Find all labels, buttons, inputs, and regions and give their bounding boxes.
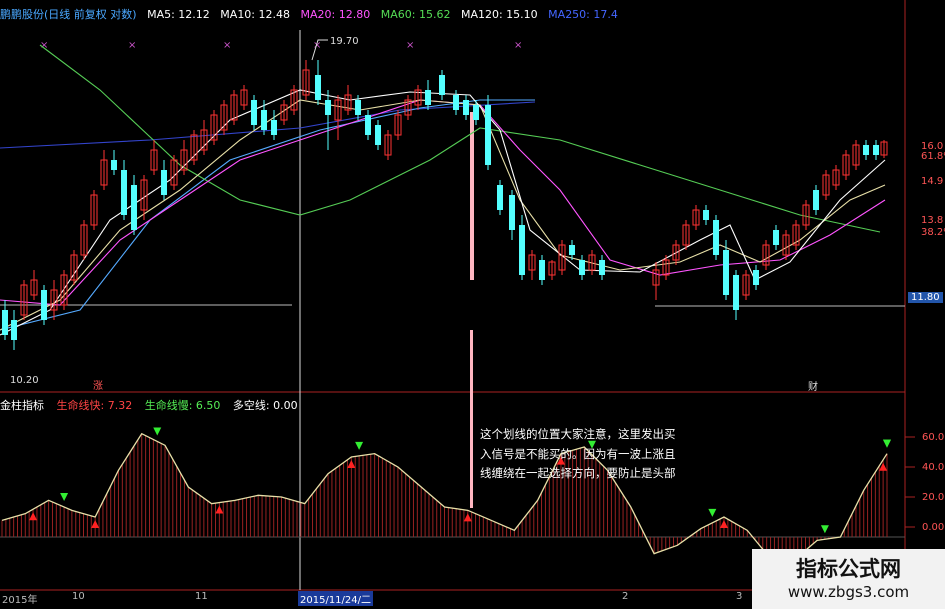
osc-axis-tick: 60.0 [922, 432, 945, 443]
candle-body-down [161, 170, 167, 195]
candle-body-down [713, 220, 719, 255]
candle-body-down [325, 100, 331, 115]
candle-body-down [497, 185, 503, 210]
osc-axis-tick: 20.0 [922, 492, 945, 503]
buy-signal-marker [215, 505, 224, 514]
oscillator-panel [1, 432, 888, 562]
osc-line [1, 432, 888, 562]
buy-signal-marker [91, 520, 100, 528]
right-axis-tick: 61.8% [921, 151, 945, 162]
candle-body-down [723, 250, 729, 295]
fast-line-label: 生命线快: 7.32 [56, 399, 133, 412]
date-label: 3 [736, 591, 743, 602]
signal-markers [29, 427, 891, 565]
cursor-date-label: 2015/11/24/二 [298, 591, 374, 606]
cai-marker: 财 [808, 382, 818, 393]
sell-signal-marker [820, 525, 829, 534]
candle-body-down [261, 110, 267, 130]
date-label: 2 [622, 591, 629, 602]
right-axis-tick: 38.2% [921, 227, 945, 238]
bull-bear-label: 多空线: 0.00 [232, 399, 298, 412]
date-label: 2015年 [2, 595, 38, 606]
pink-marker-lower [470, 330, 473, 508]
watermark-url: www.zbgs3.com [787, 583, 910, 601]
candle-body-down [131, 185, 137, 230]
candle-body-down [485, 105, 491, 165]
sell-signal-marker [153, 427, 162, 436]
date-label: 11 [195, 591, 208, 602]
indicator-name: 金柱指标 [0, 399, 44, 412]
buy-signal-marker [29, 512, 38, 521]
candle-body-down [753, 270, 759, 285]
osc-axis-tick: 40.0 [922, 462, 945, 473]
candle-body-down [773, 230, 779, 245]
high-price-label: 19.70 [330, 36, 359, 47]
candle-body-down [599, 260, 605, 275]
buy-signal-marker [347, 460, 356, 468]
top-x-marker: × [514, 40, 522, 51]
candle-body-down [703, 210, 709, 220]
candle-body-down [271, 120, 277, 135]
candle-body-down [121, 170, 127, 215]
candle-body-down [111, 160, 117, 170]
osc-axis-tick: 0.00 [922, 522, 945, 533]
candle-body-down [41, 290, 47, 320]
buy-signal-marker [719, 520, 728, 528]
candle-body-down [473, 105, 479, 120]
candle-body-down [375, 125, 381, 145]
candle-body-down [425, 90, 431, 105]
ma120-label: MA120: 15.10 [460, 8, 538, 21]
candle-body-down [539, 260, 545, 280]
right-axis-tick: 13.8 [921, 215, 944, 226]
candle-body-down [863, 145, 869, 155]
current-price-tag: 11.80 [908, 292, 943, 303]
top-x-marker: × [406, 40, 414, 51]
indicator-header: 金柱指标 生命线快: 7.32 生命线慢: 6.50 多空线: 0.00 [0, 397, 307, 413]
ma-header: 鹏鹏股份(日线 前复权 对数) MA5: 12.12 MA10: 12.48 M… [0, 6, 625, 22]
candle-body-down [315, 75, 321, 100]
ma5-label: MA5: 12.12 [147, 8, 210, 21]
zhang-marker: 涨 [93, 381, 103, 392]
slow-line-label: 生命线慢: 6.50 [144, 399, 221, 412]
sell-signal-marker [883, 439, 891, 448]
candle-body-down [463, 100, 469, 115]
watermark-title: 指标公式网 [796, 557, 901, 581]
candle-body-down [2, 310, 8, 335]
right-axis-tick: 14.9 [921, 176, 944, 187]
watermark: 指标公式网 www.zbgs3.com [752, 549, 945, 609]
candle-body-down [519, 225, 525, 275]
candle-body-down [733, 275, 739, 310]
date-label: 10 [72, 591, 85, 602]
ma60-label: MA60: 15.62 [380, 8, 451, 21]
candle-body-down [439, 75, 445, 95]
top-x-marker: × [128, 40, 136, 51]
candle-body-down [365, 115, 371, 135]
candle-body-down [813, 190, 819, 210]
chart-canvas: × × × × × × [0, 0, 945, 591]
candle-body-down [11, 320, 17, 340]
ma120-line [0, 99, 535, 331]
ma250-label: MA250: 17.4 [548, 8, 618, 21]
buy-signal-marker [463, 513, 472, 522]
sell-signal-marker [355, 441, 364, 450]
candle-body-down [569, 245, 575, 255]
candle-body-down [251, 100, 257, 125]
chart-window: { "header": { "title": "鹏鹏股份(日线 前复权 对数)"… [0, 0, 945, 609]
candle-body-down [355, 100, 361, 115]
ma20-label: MA20: 12.80 [300, 8, 371, 21]
top-x-marker: × [223, 40, 231, 51]
sell-signal-marker [708, 508, 717, 517]
annotation-note: 这个划线的位置大家注意，这里发出买入信号是不能买的。因为有一波上涨且线缠绕在一起… [480, 427, 676, 480]
candle-body-down [579, 260, 585, 275]
candle-body-down [873, 145, 879, 155]
low-price-label: 10.20 [10, 375, 39, 386]
ma10-label: MA10: 12.48 [220, 8, 291, 21]
pink-marker-upper [470, 112, 474, 280]
candle-body-down [453, 95, 459, 110]
candle-body-down [509, 195, 515, 230]
sell-signal-marker [60, 493, 69, 501]
stock-title: 鹏鹏股份(日线 前复权 对数) [0, 8, 137, 21]
